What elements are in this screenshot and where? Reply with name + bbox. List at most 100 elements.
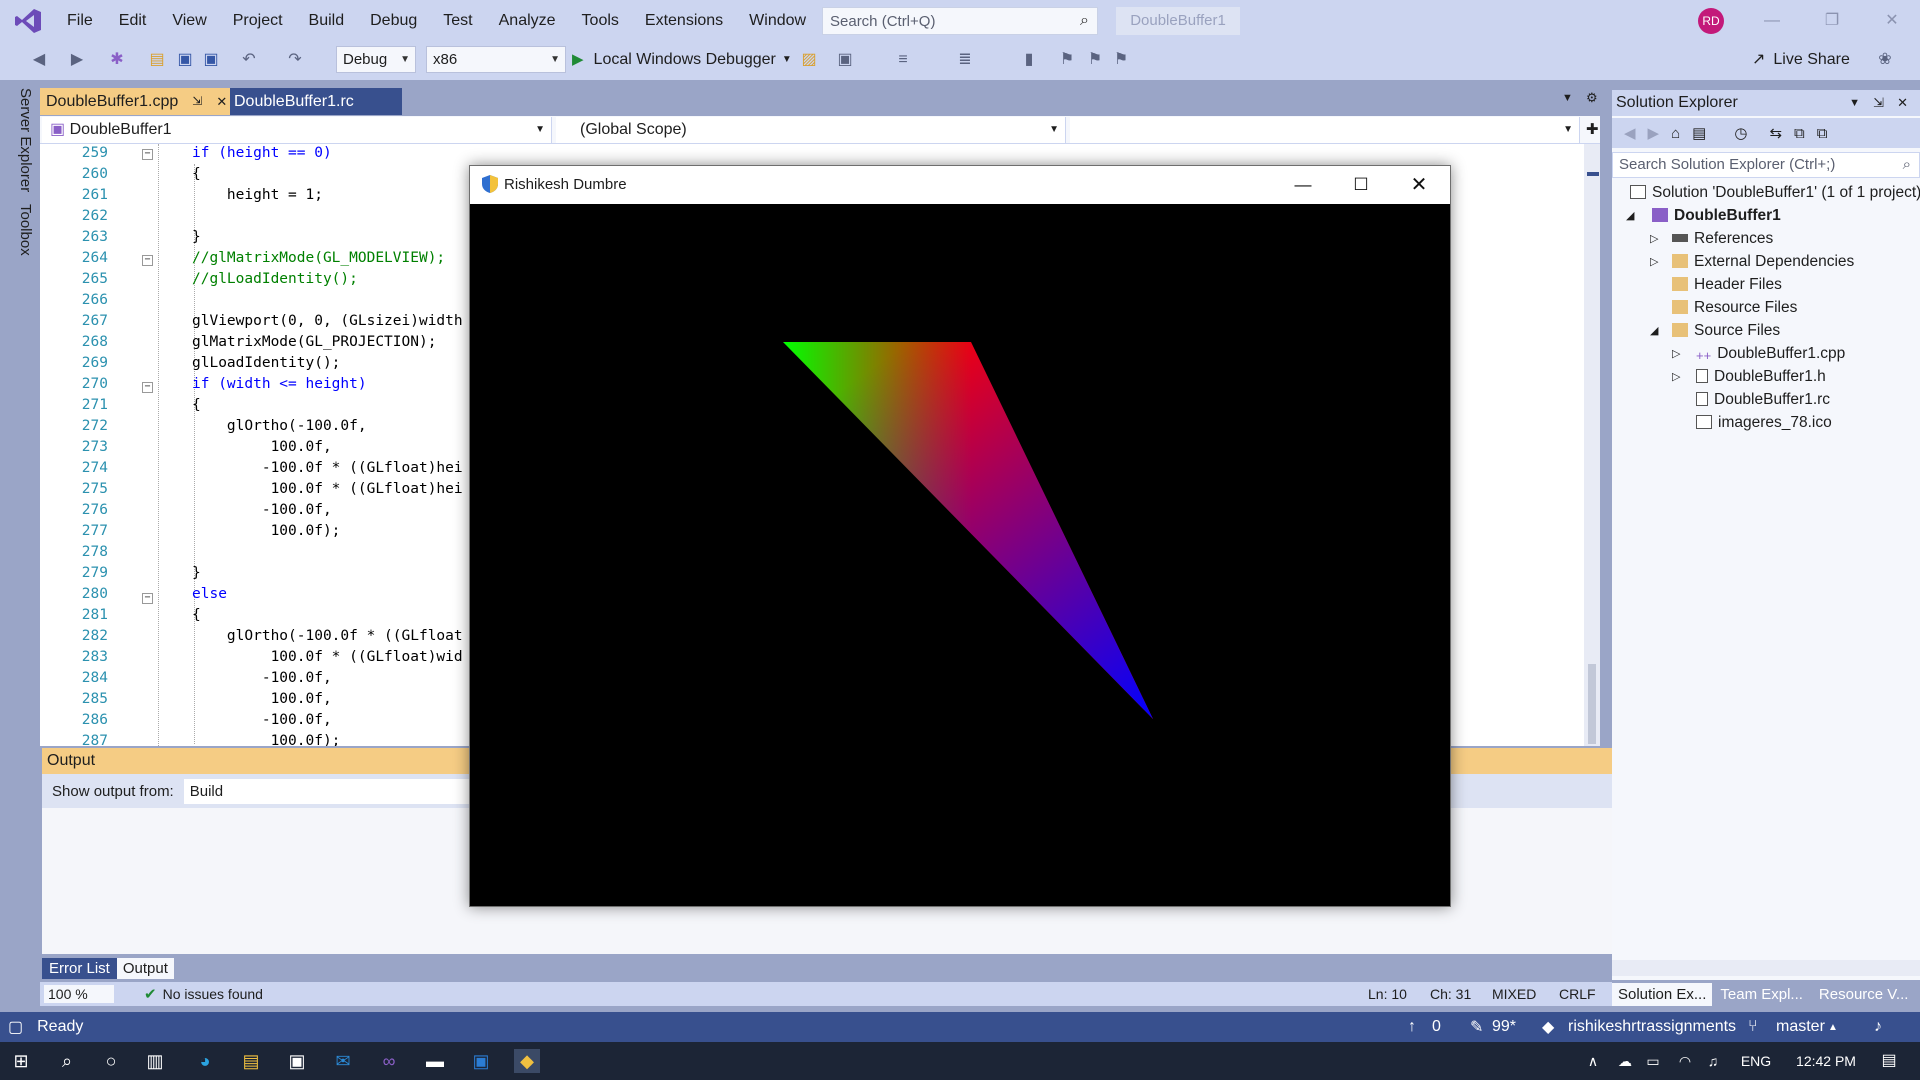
save-icon[interactable]: ▣ xyxy=(174,48,196,72)
mail-icon[interactable]: ✉ xyxy=(330,1049,356,1073)
back-icon[interactable]: ◀ xyxy=(1624,124,1636,142)
chevron-down-icon[interactable]: ▼ xyxy=(1849,90,1860,116)
step-icon[interactable]: ≡ xyxy=(892,48,914,72)
tree-item-source-files[interactable]: Source Files xyxy=(1672,319,1780,342)
bookmark-prev-icon[interactable]: ⚑ xyxy=(1056,48,1078,72)
output-source-select[interactable]: Build xyxy=(183,778,484,804)
redo-icon[interactable]: ↷ xyxy=(284,48,306,72)
cortana-icon[interactable]: ○ xyxy=(98,1049,124,1073)
clock[interactable]: 12:42 PM xyxy=(1790,1049,1862,1073)
menu-edit[interactable]: Edit xyxy=(106,0,160,42)
tab-mode[interactable]: MIXED xyxy=(1492,986,1536,1002)
fold-toggle-icon[interactable]: − xyxy=(142,382,153,393)
close-icon[interactable]: ✕ xyxy=(216,88,227,115)
start-debugger-button[interactable]: ▶ Local Windows Debugger ▼ xyxy=(572,46,792,73)
platform-select[interactable]: x86 ▼ xyxy=(426,46,566,73)
tree-file-ico[interactable]: imageres_78.ico xyxy=(1696,411,1832,434)
fold-toggle-icon[interactable]: − xyxy=(142,593,153,604)
editor-scrollbar[interactable] xyxy=(1584,144,1600,746)
forward-icon[interactable]: ▶ xyxy=(66,48,88,72)
fold-toggle-icon[interactable]: − xyxy=(142,255,153,266)
wifi-icon[interactable]: ◠ xyxy=(1672,1049,1698,1073)
menu-debug[interactable]: Debug xyxy=(357,0,430,42)
output-window-icon[interactable]: ▢ xyxy=(8,1017,23,1037)
cloud-icon[interactable]: ☁ xyxy=(1612,1049,1638,1073)
scope-dropdown[interactable]: (Global Scope) ▼ xyxy=(556,117,1066,143)
app-close-icon[interactable]: ✕ xyxy=(1390,166,1448,204)
tree-file-h[interactable]: DoubleBuffer1.h xyxy=(1696,365,1826,388)
sync-icon[interactable]: ⇆ xyxy=(1769,124,1782,142)
app-maximize-icon[interactable]: ☐ xyxy=(1332,166,1390,204)
expand-arrow-icon[interactable]: ▷ xyxy=(1672,370,1680,383)
open-folder-icon[interactable]: ▤ xyxy=(146,48,168,72)
project-node[interactable]: DoubleBuffer1 xyxy=(1652,204,1781,227)
save-all-icon[interactable]: ▣ xyxy=(200,48,222,72)
split-icon[interactable]: ✚ xyxy=(1586,120,1599,138)
file-explorer-icon[interactable]: ▤ xyxy=(238,1049,264,1073)
pin-icon[interactable]: ⇲ xyxy=(192,88,202,115)
language-indicator[interactable]: ENG xyxy=(1736,1049,1776,1073)
edge-icon[interactable]: ◕ xyxy=(192,1049,218,1073)
running-app-icon[interactable]: ◆ xyxy=(514,1049,540,1073)
menu-tools[interactable]: Tools xyxy=(569,0,632,42)
screenshot-icon[interactable]: ▣ xyxy=(834,48,856,72)
issues-status[interactable]: No issues found xyxy=(163,986,263,1002)
switch-views-icon[interactable]: ▤ xyxy=(1692,124,1706,142)
new-project-icon[interactable]: ✱ xyxy=(106,48,128,72)
show-all-files-icon[interactable]: ⧉ xyxy=(1817,125,1828,142)
avatar[interactable]: RD xyxy=(1698,8,1724,34)
zoom-select[interactable]: 100 % xyxy=(44,985,114,1003)
tree-file-cpp[interactable]: ++ DoubleBuffer1.cpp xyxy=(1696,342,1845,365)
scroll-thumb[interactable] xyxy=(1588,664,1596,744)
task-view-icon[interactable]: ▥ xyxy=(142,1049,168,1073)
search-icon[interactable]: ⌕ xyxy=(54,1049,80,1073)
windows-start-icon[interactable]: ⊞ xyxy=(8,1049,34,1073)
tab-output[interactable]: Output xyxy=(116,957,174,979)
live-share-button[interactable]: ↗ Live Share xyxy=(1752,46,1850,73)
menu-view[interactable]: View xyxy=(159,0,219,42)
undo-icon[interactable]: ↶ xyxy=(238,48,260,72)
server-explorer-tab[interactable]: Server Explorer xyxy=(0,88,34,198)
app-minimize-icon[interactable]: — xyxy=(1274,166,1332,204)
notification-bell-icon[interactable]: ♪ xyxy=(1874,1018,1882,1036)
back-icon[interactable]: ◀ xyxy=(28,48,50,72)
tree-item-references[interactable]: References xyxy=(1672,227,1773,250)
action-center-icon[interactable]: ▤ xyxy=(1876,1049,1902,1073)
store-icon[interactable]: ▣ xyxy=(284,1049,310,1073)
pending-changes-icon[interactable]: ◷ xyxy=(1734,124,1747,142)
bookmark-clear-icon[interactable]: ⚑ xyxy=(1110,48,1132,72)
bookmark-icon[interactable]: ▮ xyxy=(1018,48,1040,72)
tree-item-header-files[interactable]: Header Files xyxy=(1672,273,1782,296)
settings-icon[interactable]: ⚙ xyxy=(1586,90,1598,106)
tab-doublebuffer1-cpp[interactable]: DoubleBuffer1.cpp ⇲ ✕ xyxy=(40,88,230,115)
tab-overflow-icon[interactable]: ▼ xyxy=(1562,92,1573,104)
push-icon[interactable]: ↑ xyxy=(1408,1018,1416,1036)
expand-arrow-icon[interactable]: ▷ xyxy=(1650,232,1658,245)
tab-team-explorer[interactable]: Team Expl... xyxy=(1712,983,1811,1006)
collapse-arrow-icon[interactable]: ◢ xyxy=(1650,324,1658,337)
terminal-icon[interactable]: ▬ xyxy=(422,1049,448,1073)
tree-item-resource-files[interactable]: Resource Files xyxy=(1672,296,1797,319)
chevron-up-icon[interactable]: ∧ xyxy=(1580,1049,1606,1073)
expand-arrow-icon[interactable]: ▷ xyxy=(1672,347,1680,360)
pending-changes-count[interactable]: 99* xyxy=(1492,1018,1516,1036)
solution-explorer-search[interactable]: Search Solution Explorer (Ctrl+;) ⌕ xyxy=(1612,152,1920,178)
fold-toggle-icon[interactable]: − xyxy=(142,149,153,160)
tab-solution-explorer[interactable]: Solution Ex... xyxy=(1612,982,1713,1006)
outlook-icon[interactable]: ▣ xyxy=(468,1049,494,1073)
toolbox-tab[interactable]: Toolbox xyxy=(0,204,34,274)
battery-icon[interactable]: ▭ xyxy=(1640,1049,1666,1073)
project-dropdown[interactable]: ▣ DoubleBuffer1 ▼ xyxy=(42,117,552,143)
repository-name[interactable]: rishikeshrtrassignments xyxy=(1568,1018,1736,1036)
tree-file-rc[interactable]: DoubleBuffer1.rc xyxy=(1696,388,1830,411)
line-ending[interactable]: CRLF xyxy=(1559,986,1596,1002)
menu-project[interactable]: Project xyxy=(220,0,296,42)
pin-icon[interactable]: ⇲ xyxy=(1873,90,1884,116)
configuration-select[interactable]: Debug ▼ xyxy=(336,46,416,73)
solution-node[interactable]: Solution 'DoubleBuffer1' (1 of 1 project… xyxy=(1630,181,1920,204)
collapse-all-icon[interactable]: ⧉ xyxy=(1794,125,1805,142)
expand-arrow-icon[interactable]: ▷ xyxy=(1650,255,1658,268)
menu-window[interactable]: Window xyxy=(736,0,819,42)
close-icon[interactable]: ✕ xyxy=(1870,6,1914,36)
menu-build[interactable]: Build xyxy=(296,0,358,42)
